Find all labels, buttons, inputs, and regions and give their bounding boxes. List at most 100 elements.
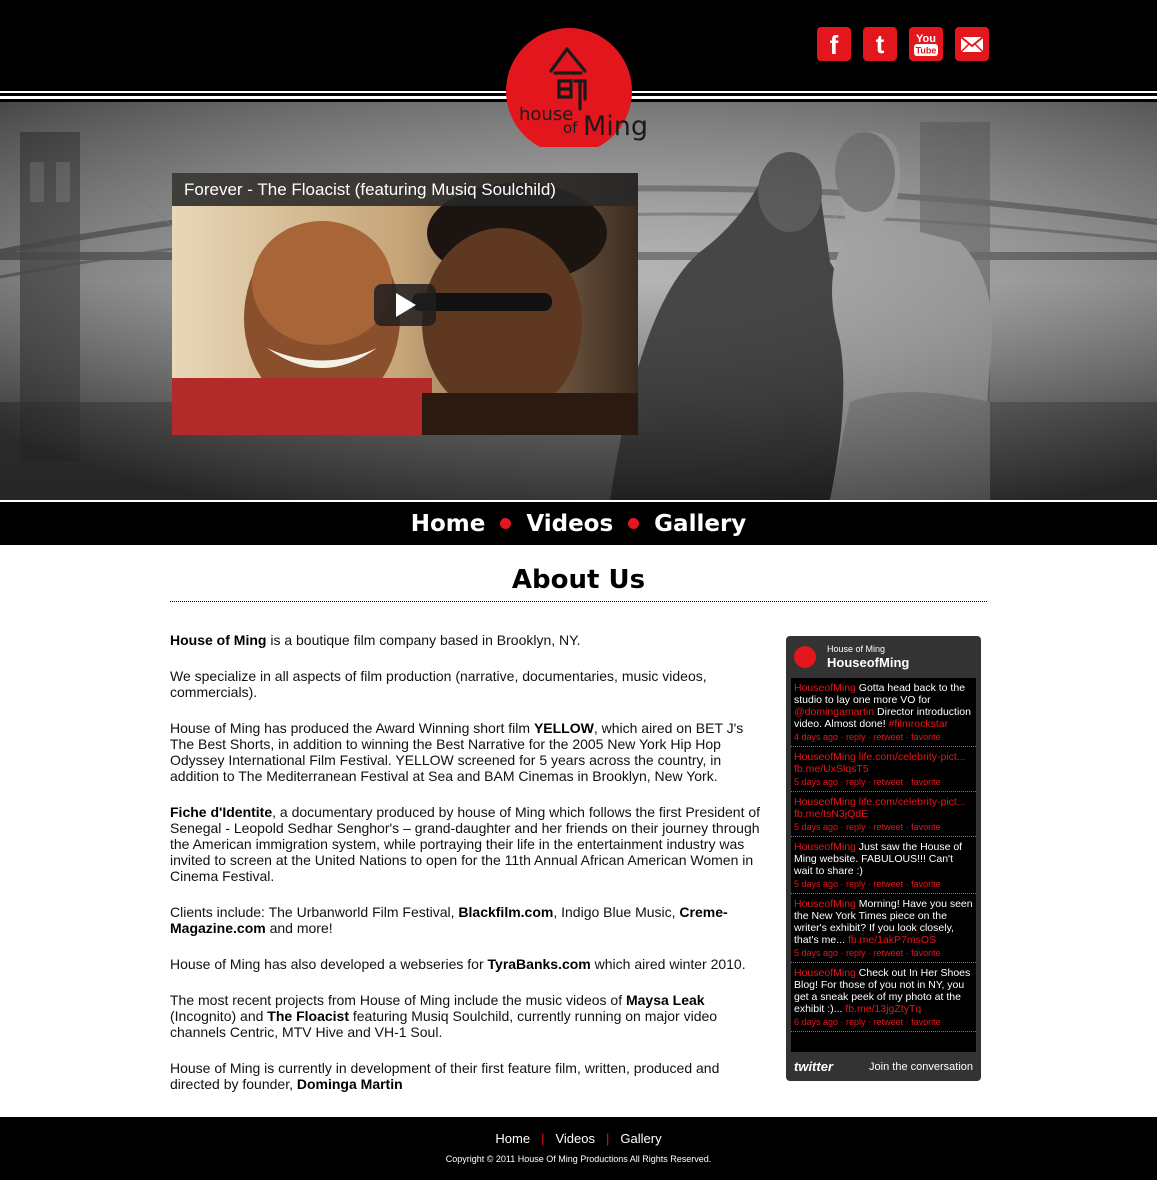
paragraph-text: The most recent projects from House of M… [170, 992, 626, 1008]
tweet-time[interactable]: 5 days ago [794, 777, 838, 787]
footer-link-gallery[interactable]: Gallery [620, 1131, 661, 1146]
reply-link[interactable]: reply [846, 1017, 866, 1027]
twitter-logo[interactable]: twitter [794, 1059, 833, 1074]
tweet-time[interactable]: 6 days ago [794, 1017, 838, 1027]
nav-gallery[interactable]: Gallery [654, 511, 746, 537]
retweet-link[interactable]: retweet [874, 879, 904, 889]
favorite-link[interactable]: favorite [911, 822, 941, 832]
tweet-link[interactable]: @domingamartin [794, 706, 874, 718]
reply-link[interactable]: reply [846, 948, 866, 958]
twitter-icon[interactable]: t [863, 27, 897, 61]
tweet-user[interactable]: HouseofMing [794, 796, 856, 808]
about-paragraph: House of Ming is a boutique film company… [170, 632, 765, 648]
tweet-time[interactable]: 5 days ago [794, 948, 838, 958]
client-name: TyraBanks.com [487, 956, 591, 972]
social-links: f t You Tube [817, 27, 989, 61]
video-title: Forever - The Floacist (featuring Musiq … [172, 173, 638, 206]
tweet-time[interactable]: 5 days ago [794, 879, 838, 889]
twitter-widget: House of Ming HouseofMing HouseofMing Go… [786, 636, 981, 1081]
tweet-time[interactable]: 5 days ago [794, 822, 838, 832]
svg-text:Ming: Ming [583, 111, 648, 142]
house-of-ming-logo[interactable]: house of Ming [505, 27, 655, 154]
tweet-link[interactable]: fb.me/1akP7msOS [848, 934, 936, 946]
reply-link[interactable]: reply [846, 777, 866, 787]
svg-text:t: t [876, 29, 885, 59]
tweet-item: HouseofMing Morning! Have you seen the N… [791, 894, 976, 963]
favorite-link[interactable]: favorite [911, 948, 941, 958]
tweet-user[interactable]: HouseofMing [794, 751, 856, 763]
hero-banner: Forever - The Floacist (featuring Musiq … [0, 102, 1157, 500]
tweet-item: HouseofMing Just saw the House of Ming w… [791, 837, 976, 894]
svg-text:of: of [563, 119, 578, 137]
video-player[interactable]: Forever - The Floacist (featuring Musiq … [172, 173, 638, 435]
tweet-item: HouseofMing Check out In Her Shoes Blog!… [791, 963, 976, 1032]
paragraph-text: , Indigo Blue Music, [553, 904, 680, 920]
reply-link[interactable]: reply [846, 879, 866, 889]
paragraph-text: which aired winter 2010. [590, 956, 746, 972]
tweet-time[interactable]: 4 days ago [794, 732, 838, 742]
tweet-user[interactable]: HouseofMing [794, 682, 856, 694]
retweet-link[interactable]: retweet [874, 948, 904, 958]
paragraph-text: House of Ming is currently in developmen… [170, 1060, 720, 1092]
about-content: House of Ming is a boutique film company… [170, 632, 765, 1112]
film-title: Fiche d'Identite [170, 804, 273, 820]
nav-separator-dot [500, 518, 512, 529]
favorite-link[interactable]: favorite [911, 732, 941, 742]
footer-separator: | [606, 1131, 610, 1146]
facebook-icon[interactable]: f [817, 27, 851, 61]
artist-name: Maysa Leak [625, 992, 705, 1008]
film-title: YELLOW [533, 720, 594, 736]
reply-link[interactable]: reply [846, 732, 866, 742]
nav-home[interactable]: Home [411, 511, 486, 537]
company-name: House of Ming [170, 632, 267, 648]
footer-separator: | [541, 1131, 545, 1146]
copyright-text: Copyright © 2011 House Of Ming Productio… [445, 1154, 712, 1164]
favorite-link[interactable]: favorite [911, 879, 941, 889]
retweet-link[interactable]: retweet [874, 822, 904, 832]
svg-text:Tube: Tube [916, 46, 937, 56]
tweet-link[interactable]: fb.me/13jgZtyTq [845, 1003, 921, 1015]
paragraph-text: House of Ming has also developed a webse… [170, 956, 488, 972]
email-icon[interactable] [955, 27, 989, 61]
footer-link-home[interactable]: Home [495, 1131, 530, 1146]
tweet-item: HouseofMing life.com/celebrity-pict... f… [791, 747, 976, 792]
tweet-hashtag[interactable]: #filmrockstar [889, 718, 949, 730]
twitter-handle[interactable]: HouseofMing [827, 655, 909, 670]
tweet-user[interactable]: HouseofMing [794, 841, 856, 853]
nav-separator-dot [628, 518, 640, 529]
retweet-link[interactable]: retweet [874, 732, 904, 742]
retweet-link[interactable]: retweet [874, 777, 904, 787]
retweet-link[interactable]: retweet [874, 1017, 904, 1027]
about-paragraph: Clients include: The Urbanworld Film Fes… [170, 904, 765, 936]
join-conversation-link[interactable]: Join the conversation [869, 1061, 973, 1073]
paragraph-text: is a boutique film company based in Broo… [266, 632, 581, 648]
about-paragraph: House of Ming is currently in developmen… [170, 1060, 765, 1092]
title-divider [170, 601, 987, 602]
main-nav: Home Videos Gallery [0, 500, 1157, 545]
footer-nav: Home | Videos | Gallery [0, 1131, 1157, 1146]
nav-videos[interactable]: Videos [526, 511, 613, 537]
about-paragraph: Fiche d'Identite, a documentary produced… [170, 804, 765, 884]
tweet-list[interactable]: HouseofMing Gotta head back to the studi… [791, 678, 976, 1052]
artist-name: The Floacist [267, 1008, 349, 1024]
favorite-link[interactable]: favorite [911, 1017, 941, 1027]
favorite-link[interactable]: favorite [911, 777, 941, 787]
tweet-user[interactable]: HouseofMing [794, 967, 856, 979]
paragraph-text: We specialize in all aspects of film pro… [170, 668, 707, 700]
about-paragraph: House of Ming has produced the Award Win… [170, 720, 765, 784]
twitter-widget-footer: twitter Join the conversation [786, 1052, 981, 1081]
youtube-icon[interactable]: You Tube [909, 27, 943, 61]
avatar[interactable] [794, 646, 816, 668]
tweet-user[interactable]: HouseofMing [794, 898, 856, 910]
footer-link-videos[interactable]: Videos [555, 1131, 595, 1146]
page-title: About Us [511, 565, 646, 595]
play-button[interactable] [374, 284, 436, 326]
about-paragraph: House of Ming has also developed a webse… [170, 956, 765, 972]
client-name: Blackfilm.com [458, 904, 554, 920]
twitter-widget-header: House of Ming HouseofMing [786, 636, 981, 678]
play-icon [396, 293, 416, 317]
twitter-subtitle: House of Ming [827, 644, 886, 654]
reply-link[interactable]: reply [846, 822, 866, 832]
paragraph-text: House of Ming has produced the Award Win… [170, 720, 534, 736]
about-paragraph: We specialize in all aspects of film pro… [170, 668, 765, 700]
